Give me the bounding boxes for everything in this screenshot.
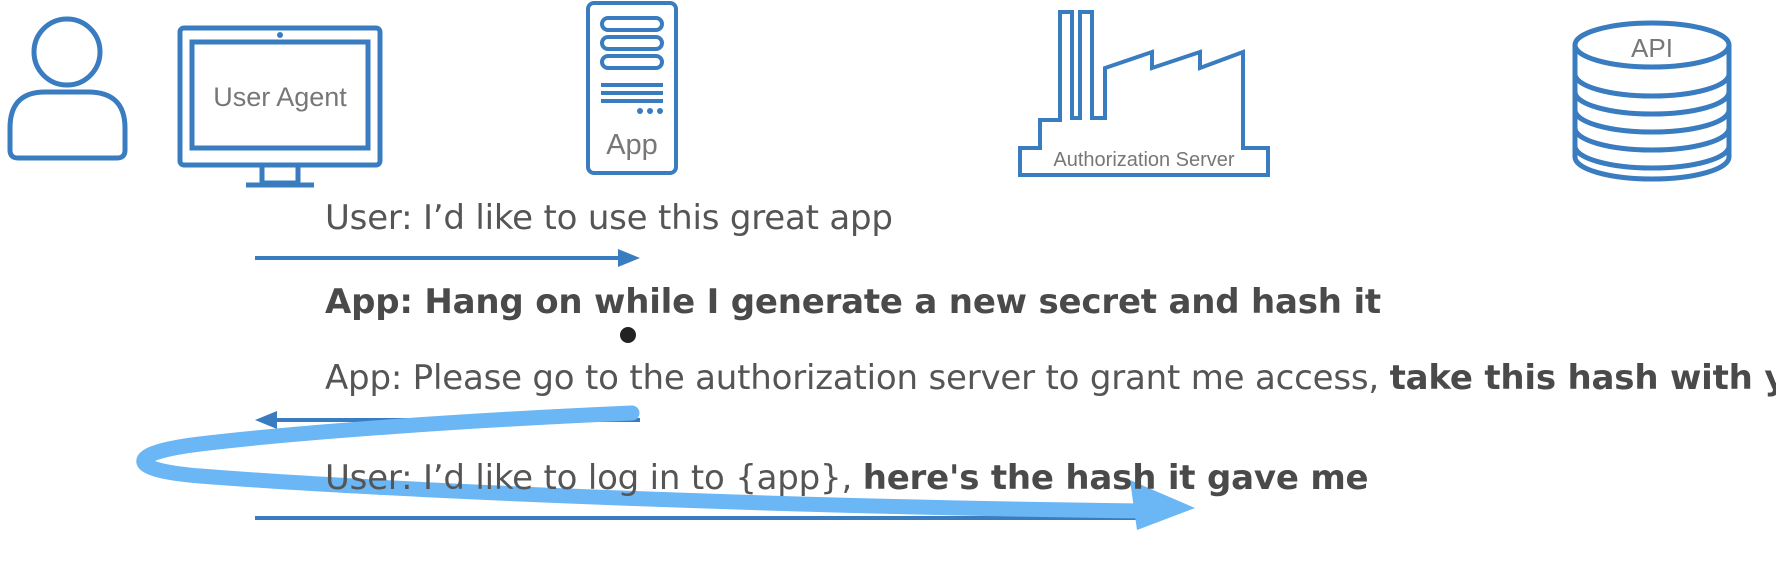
message-app-redirect: App: Please go to the authorization serv… (325, 358, 1776, 398)
arrow-user-to-app (255, 249, 640, 267)
message-app-generate-secret-text: App: Hang on while I generate a new secr… (325, 282, 1381, 322)
message-app-redirect-text: App: Please go to the authorization serv… (325, 358, 1379, 398)
user-person-icon (7, 16, 128, 161)
message-user-request: User: I’d like to use this great app (325, 198, 893, 238)
message-user-login-bold: here's the hash it gave me (862, 458, 1369, 498)
pointer-dot (620, 327, 636, 343)
app-label: App (606, 129, 658, 161)
api-label: API (1631, 33, 1673, 63)
message-user-login: User: I’d like to log in to {app}, here'… (325, 458, 1369, 498)
oauth-pkce-diagram: User Agent App Authorization Server API (0, 0, 1776, 572)
message-app-redirect-bold: take this hash with you (1389, 358, 1776, 398)
message-app-generate-secret: App: Hang on while I generate a new secr… (325, 282, 1381, 322)
message-user-login-text: User: I’d like to log in to {app}, (325, 458, 853, 498)
user-agent-label: User Agent (213, 82, 347, 112)
message-user-request-text: User: I’d like to use this great app (325, 198, 893, 238)
auth-server-label: Authorization Server (1053, 149, 1235, 171)
